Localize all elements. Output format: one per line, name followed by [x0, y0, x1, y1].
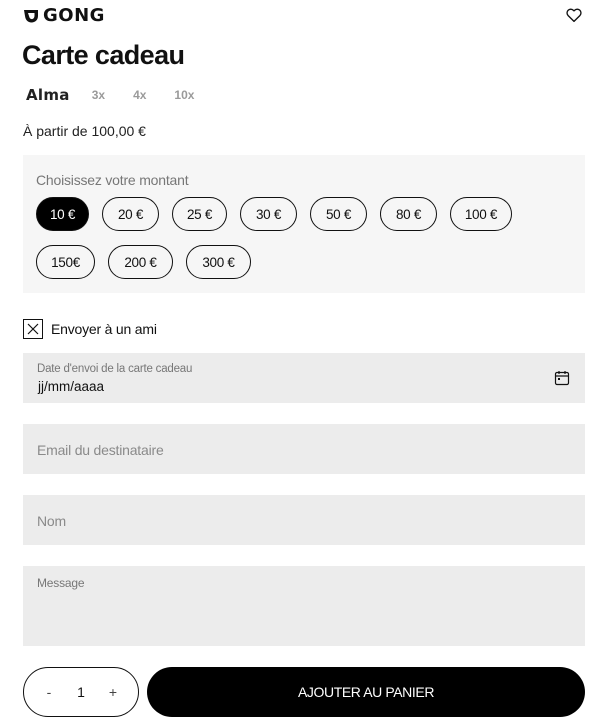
price-from: À partir de 100,00 €	[23, 123, 146, 139]
amount-label: Choisissez votre montant	[36, 172, 189, 188]
alma-logo: Alma	[26, 86, 70, 104]
email-field[interactable]: Email du destinataire	[23, 424, 585, 474]
gong-logo-icon	[24, 10, 38, 23]
amount-option-200[interactable]: 200 €	[108, 245, 173, 279]
alma-option-10x[interactable]: 10x	[174, 88, 194, 102]
quantity-stepper: - 1 +	[23, 667, 139, 717]
amount-option-100[interactable]: 100 €	[450, 197, 512, 231]
amount-option-30[interactable]: 30 €	[240, 197, 297, 231]
alma-option-4x[interactable]: 4x	[133, 88, 146, 102]
close-icon	[27, 323, 39, 335]
brand-logo[interactable]: GONG	[23, 7, 105, 25]
amount-option-300[interactable]: 300 €	[186, 245, 251, 279]
amount-option-150[interactable]: 150€	[36, 245, 95, 279]
name-field-placeholder: Nom	[37, 513, 66, 529]
alma-option-3x[interactable]: 3x	[92, 88, 105, 102]
date-field[interactable]: Date d'envoi de la carte cadeau jj/mm/aa…	[23, 353, 585, 403]
send-to-friend-checkbox[interactable]	[23, 319, 43, 339]
heart-icon[interactable]	[565, 6, 583, 24]
page-title: Carte cadeau	[22, 40, 185, 70]
quantity-value[interactable]: 1	[77, 684, 85, 700]
brand-logo-text: GONG	[43, 5, 105, 26]
amount-option-20[interactable]: 20 €	[102, 197, 159, 231]
amount-selector: Choisissez votre montant 10 € 20 € 25 € …	[23, 155, 585, 293]
alma-payment-options: Alma 3x 4x 10x	[26, 86, 222, 104]
quantity-decrease-button[interactable]: -	[44, 684, 54, 700]
add-to-cart-button[interactable]: AJOUTER AU PANIER	[147, 667, 585, 717]
email-field-placeholder: Email du destinataire	[37, 442, 164, 458]
amount-option-25[interactable]: 25 €	[172, 197, 227, 231]
quantity-increase-button[interactable]: +	[108, 684, 118, 700]
send-to-friend: Envoyer à un ami	[23, 319, 157, 339]
send-to-friend-label: Envoyer à un ami	[51, 321, 157, 337]
calendar-icon[interactable]	[554, 370, 570, 386]
date-field-label: Date d'envoi de la carte cadeau	[37, 363, 193, 375]
header: GONG	[23, 6, 587, 28]
message-field[interactable]: Message	[23, 566, 585, 646]
name-field[interactable]: Nom	[23, 495, 585, 545]
message-field-placeholder: Message	[37, 576, 85, 590]
amount-option-80[interactable]: 80 €	[380, 197, 437, 231]
amount-option-50[interactable]: 50 €	[310, 197, 367, 231]
amount-option-10[interactable]: 10 €	[36, 197, 89, 231]
date-field-value[interactable]: jj/mm/aaaa	[38, 379, 104, 394]
